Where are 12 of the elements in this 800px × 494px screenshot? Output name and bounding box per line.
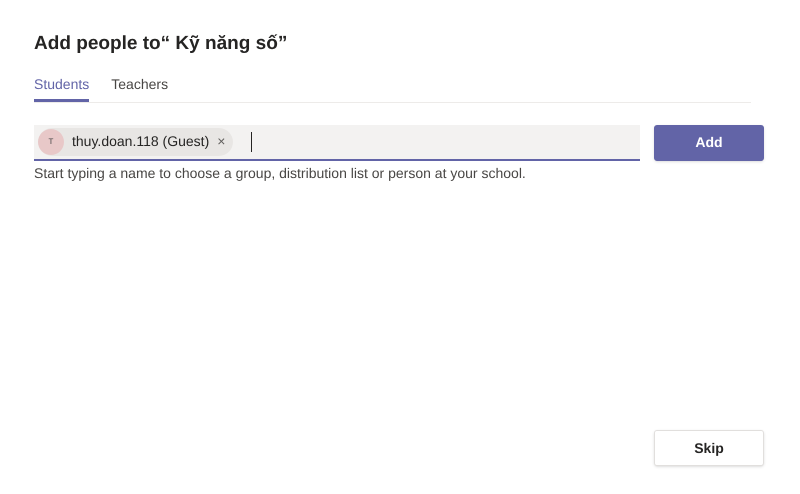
skip-button[interactable]: Skip (654, 430, 764, 466)
person-name: thuy.doan.118 (Guest) (72, 132, 210, 151)
hint-text: Start typing a name to choose a group, distribution list or person at your school. (34, 164, 527, 183)
person-chip[interactable]: T thuy.doan.118 (Guest) × (38, 128, 234, 156)
tab[interactable]: Students (34, 74, 90, 102)
tab[interactable]: Teachers (111, 74, 168, 102)
dialog-title: Add people to“ Kỹ năng số” (34, 32, 288, 56)
text-cursor (251, 132, 252, 152)
avatar: T (38, 128, 64, 154)
add-button[interactable]: Add (654, 124, 764, 160)
remove-button[interactable]: × (217, 131, 226, 152)
people-field[interactable]: T thuy.doan.118 (Guest) × (34, 124, 640, 160)
